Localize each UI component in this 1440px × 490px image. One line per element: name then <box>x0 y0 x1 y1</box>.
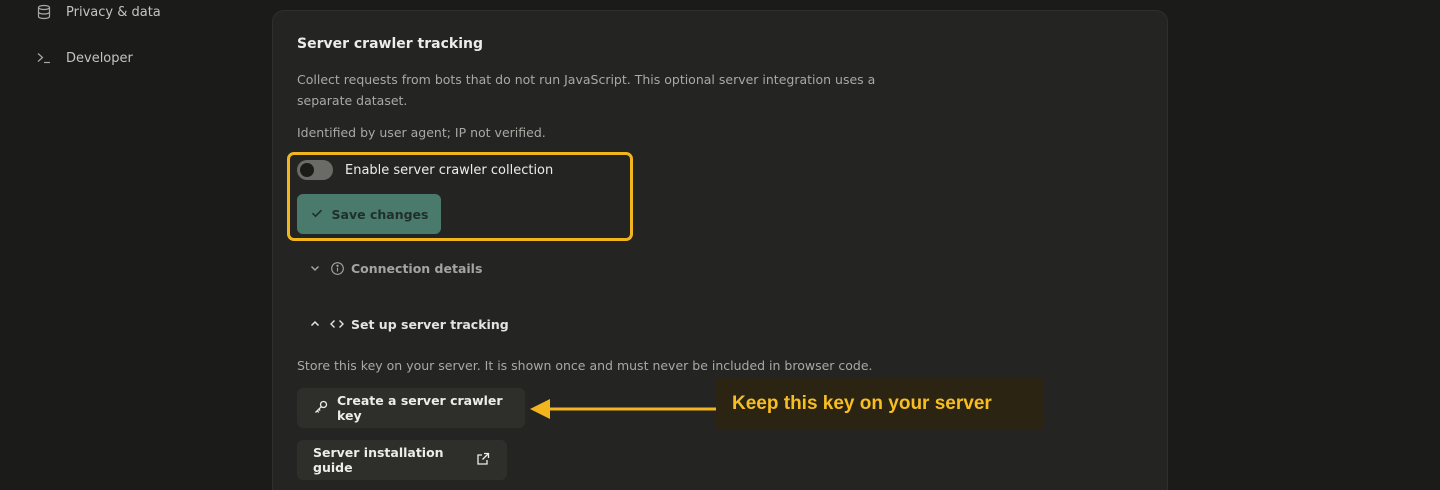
setup-server-tracking-toggle[interactable]: Set up server tracking <box>307 316 509 332</box>
callout-label: Keep this key on your server <box>716 377 1043 430</box>
chevron-up-icon <box>307 316 323 332</box>
create-server-crawler-key-button[interactable]: Create a server crawler key <box>297 388 525 428</box>
sidebar-item-developer[interactable]: Developer <box>36 50 133 66</box>
save-button-label: Save changes <box>331 206 429 222</box>
toggle-label: Enable server crawler collection <box>345 162 554 178</box>
callout-arrow <box>530 399 716 419</box>
connection-details-label: Connection details <box>351 260 483 276</box>
sidebar: Privacy & data Developer <box>0 0 240 490</box>
save-changes-button[interactable]: Save changes <box>297 194 441 234</box>
check-icon <box>310 206 324 223</box>
connection-details-toggle[interactable]: Connection details <box>307 260 482 276</box>
create-key-label: Create a server crawler key <box>337 393 503 423</box>
guide-label: Server installation guide <box>313 445 444 475</box>
external-link-icon <box>475 451 491 470</box>
server-installation-guide-button[interactable]: Server installation guide <box>297 440 507 480</box>
identification-note: Identified by user agent; IP not verifie… <box>297 125 546 140</box>
crawler-collection-toggle[interactable] <box>297 160 333 180</box>
key-icon <box>313 399 329 418</box>
card-description: Collect requests from bots that do not r… <box>297 72 876 108</box>
info-icon <box>329 260 345 276</box>
terminal-icon <box>36 50 52 66</box>
sidebar-item-privacy-data[interactable]: Privacy & data <box>36 4 161 20</box>
database-icon <box>36 4 52 20</box>
sidebar-item-label: Privacy & data <box>66 4 161 20</box>
chevron-down-icon <box>307 260 323 276</box>
key-storage-note: Store this key on your server. It is sho… <box>297 358 873 373</box>
card-title: Server crawler tracking <box>297 36 483 52</box>
code-icon <box>329 316 345 332</box>
setup-server-tracking-label: Set up server tracking <box>351 316 509 332</box>
sidebar-item-label: Developer <box>66 50 133 66</box>
toggle-knob <box>300 163 314 177</box>
crawler-collection-toggle-row[interactable]: Enable server crawler collection <box>297 160 553 180</box>
